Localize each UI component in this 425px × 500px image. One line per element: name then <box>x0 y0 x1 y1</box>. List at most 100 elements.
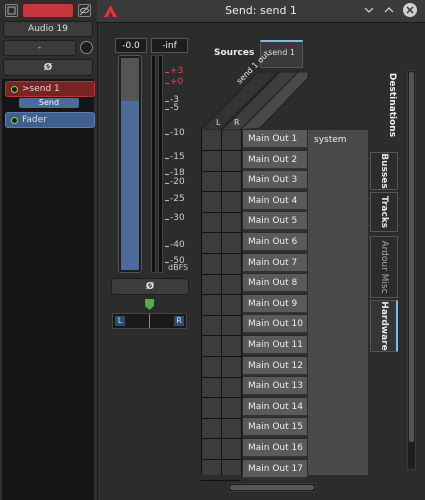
pan-position-handle[interactable] <box>145 299 154 310</box>
meter-tick-mark <box>165 200 169 201</box>
grid-line <box>201 211 241 213</box>
phase-invert-button[interactable]: Ø <box>3 59 93 76</box>
level-meter-right <box>158 55 163 273</box>
peak-display-right[interactable]: -inf <box>151 38 188 53</box>
close-icon[interactable] <box>403 3 417 17</box>
vertical-scroll-thumb[interactable] <box>409 72 414 442</box>
tab-ardour-misc-label: Ardour Misc <box>379 240 389 294</box>
vertical-scrollbar[interactable] <box>407 70 416 470</box>
title-bar: Send: send 1 <box>97 0 425 23</box>
destination-port-row[interactable]: Main Out 3 <box>243 171 307 191</box>
peak-display-left[interactable]: -0.0 <box>115 38 147 53</box>
grid-line <box>201 376 241 378</box>
fader-headroom <box>121 58 139 101</box>
send-plugin[interactable]: >send 1 <box>5 81 95 97</box>
meter-tick-mark <box>165 183 169 184</box>
minimize-icon[interactable] <box>363 4 375 16</box>
grid-line <box>201 335 241 337</box>
destination-port-row[interactable]: Main Out 17 <box>243 459 307 479</box>
track-name-button[interactable]: Audio 19 <box>3 21 93 37</box>
destination-port-row[interactable]: Main Out 15 <box>243 418 307 438</box>
fader-fill <box>121 99 139 270</box>
grid-line <box>201 438 241 440</box>
meter-tick-mark <box>165 246 169 247</box>
grid-line <box>201 191 241 193</box>
destination-port-row[interactable]: Main Out 8 <box>243 274 307 294</box>
sources-label: Sources <box>214 48 255 58</box>
grid-line <box>201 417 241 419</box>
pan-center-line <box>149 314 150 328</box>
tab-busses[interactable]: Busses <box>370 152 398 190</box>
meter-tick-mark <box>165 83 169 84</box>
meter-tick-mark <box>165 134 169 135</box>
meter-tick-mark <box>165 158 169 159</box>
grid-line <box>201 479 241 481</box>
meter-tick-mark <box>165 101 169 102</box>
tab-tracks-label: Tracks <box>379 195 389 229</box>
fader-plugin-label: Fader <box>22 115 47 125</box>
panner[interactable]: L R <box>112 313 187 329</box>
horizontal-scrollbar[interactable] <box>228 483 316 492</box>
trim-knob[interactable] <box>80 41 93 54</box>
record-arm-button[interactable] <box>22 3 74 18</box>
processor-box: >send 1 Send Fader <box>2 79 95 500</box>
grid-line <box>201 397 241 399</box>
tab-tracks[interactable]: Tracks <box>370 192 398 232</box>
maximize-icon[interactable] <box>383 4 395 16</box>
destination-port-row[interactable]: Main Out 12 <box>243 356 307 376</box>
destination-port-row[interactable]: Main Out 4 <box>243 191 307 211</box>
meter-tick-mark <box>165 109 169 110</box>
pan-left-label: L <box>115 316 125 326</box>
grid-line <box>201 253 241 254</box>
tab-busses-label: Busses <box>379 153 389 189</box>
destination-port-row[interactable]: Main Out 1 <box>243 130 307 149</box>
gain-fader[interactable] <box>118 55 142 273</box>
grid-line <box>201 459 241 460</box>
grid-line <box>201 232 241 234</box>
plugin-active-led[interactable] <box>11 86 18 93</box>
grid-line <box>201 273 241 275</box>
destination-port-row[interactable]: Main Out 6 <box>243 233 307 252</box>
grid-line <box>201 314 241 316</box>
source-port-r: R <box>234 118 240 127</box>
fader-plugin[interactable]: Fader <box>5 112 95 128</box>
level-meter-left <box>151 55 156 273</box>
tab-hardware[interactable]: Hardware <box>370 300 398 352</box>
destination-port-row[interactable]: Main Out 16 <box>243 439 307 458</box>
destination-port-row[interactable]: Main Out 14 <box>243 397 307 417</box>
horizontal-scroll-thumb[interactable] <box>230 485 314 490</box>
input-monitor-icon[interactable] <box>5 4 18 17</box>
meter-tick-mark <box>165 72 169 73</box>
grid-line <box>201 356 241 357</box>
destination-port-row[interactable]: Main Out 7 <box>243 253 307 273</box>
hide-eye-icon[interactable] <box>78 4 91 17</box>
input-button[interactable]: - <box>3 40 76 56</box>
meter-tick-mark <box>165 174 169 175</box>
send-plugin-label: >send 1 <box>22 84 60 94</box>
destination-group: system <box>308 130 368 475</box>
grid-line <box>201 130 202 475</box>
grid-line <box>201 170 241 172</box>
output-phase-button[interactable]: Ø <box>111 278 189 295</box>
destination-port-row[interactable]: Main Out 2 <box>243 150 307 170</box>
destination-port-row[interactable]: Main Out 10 <box>243 315 307 335</box>
destination-port-row[interactable]: Main Out 13 <box>243 377 307 397</box>
grid-line <box>201 294 241 296</box>
meter-tick-mark <box>165 219 169 220</box>
window-title: Send: send 1 <box>225 4 297 17</box>
mixer-strip: Audio 19 - Ø >send 1 Send Fader <box>0 0 98 500</box>
source-port-l: L <box>216 118 221 127</box>
destination-port-row[interactable]: Main Out 11 <box>243 336 307 355</box>
destination-port-row[interactable]: Main Out 9 <box>243 294 307 314</box>
grid-line <box>221 130 222 475</box>
destination-group-label: system <box>314 135 347 145</box>
tab-hardware-label: Hardware <box>378 301 389 351</box>
grid-line <box>241 130 242 475</box>
send-level-bar[interactable]: Send <box>19 98 79 108</box>
grid-line <box>201 150 241 151</box>
destinations-label: Destinations <box>387 72 397 138</box>
destinations-label-wrap: Destinations <box>385 70 399 140</box>
destination-port-row[interactable]: Main Out 5 <box>243 212 307 232</box>
fader-active-led[interactable] <box>11 117 18 124</box>
tab-ardour-misc[interactable]: Ardour Misc <box>370 236 398 298</box>
